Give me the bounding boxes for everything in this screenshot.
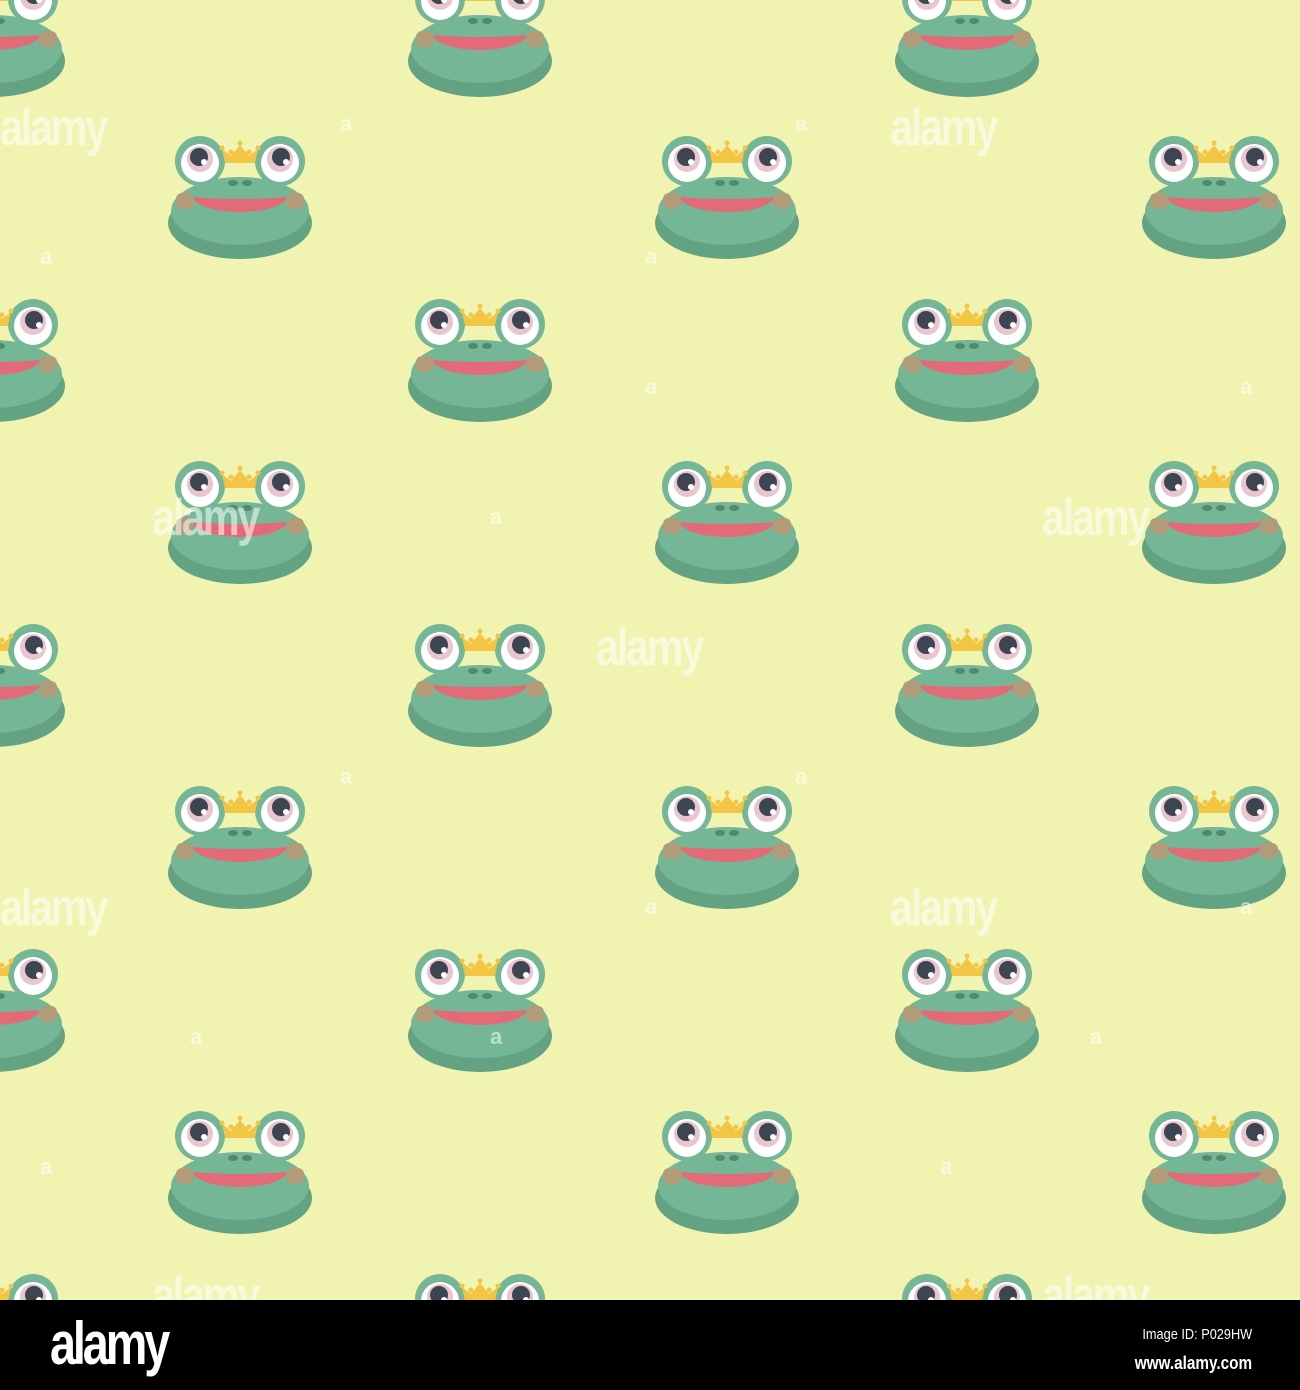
watermark-letter: a — [940, 1154, 953, 1179]
frog-face — [655, 786, 799, 909]
watermark-letter: a — [1240, 374, 1253, 399]
watermark-letter: a — [795, 111, 808, 136]
frog-face — [168, 1111, 312, 1234]
watermark: alamy — [890, 879, 998, 937]
frog-face — [168, 786, 312, 909]
watermark: alamy — [152, 489, 260, 547]
watermark-letter: a — [645, 374, 658, 399]
frog-face — [1142, 1111, 1286, 1234]
watermark: alamy — [152, 1267, 260, 1300]
watermark-letter: a — [795, 764, 808, 789]
watermark-letter: a — [340, 764, 353, 789]
watermark: alamy — [890, 99, 998, 157]
frog-face — [408, 949, 552, 1072]
frog-face — [408, 299, 552, 422]
watermark-letter: a — [40, 1154, 53, 1179]
watermark: alamy — [0, 99, 108, 157]
watermark-letter: a — [340, 111, 353, 136]
frog-face — [0, 624, 65, 747]
website-url: www.alamy.com — [1134, 1353, 1252, 1373]
watermark-letter: a — [190, 1024, 203, 1049]
frog-face — [408, 624, 552, 747]
watermark-letter: a — [1090, 1024, 1103, 1049]
frog-face — [1142, 786, 1286, 909]
frog-face — [0, 949, 65, 1072]
watermark-letter: a — [490, 504, 503, 529]
watermark-letter: a — [1240, 894, 1253, 919]
frog-face — [0, 1274, 58, 1300]
frog-face — [0, 0, 65, 97]
frog-face — [1142, 461, 1286, 584]
frog-face — [902, 1274, 1032, 1300]
watermark: alamy — [0, 879, 108, 937]
frog-face — [655, 136, 799, 259]
watermark: alamy — [1042, 489, 1150, 547]
frog-pattern-background: alamy alamy alamy alamy alamy alamy alam… — [0, 0, 1300, 1300]
frog-face — [415, 1274, 545, 1300]
frog-face — [895, 624, 1039, 747]
watermark: alamy — [596, 619, 704, 677]
frog-face — [0, 299, 65, 422]
watermark: alamy — [1042, 1267, 1150, 1300]
alamy-logo: alamy — [50, 1310, 170, 1377]
frog-face — [168, 136, 312, 259]
frog-face — [895, 0, 1039, 97]
image-id: Image ID: P029HW — [1142, 1326, 1252, 1343]
watermark-letter: a — [490, 1024, 503, 1049]
frog-face — [895, 299, 1039, 422]
frog-face — [655, 1111, 799, 1234]
watermark-letter: a — [40, 244, 53, 269]
frog-face — [408, 0, 552, 97]
frog-face — [1142, 136, 1286, 259]
watermark-letter: a — [645, 894, 658, 919]
frog-face — [655, 461, 799, 584]
frog-face — [895, 949, 1039, 1072]
footer-bar: alamy Image ID: P029HW www.alamy.com — [0, 1300, 1300, 1390]
watermark-letter: a — [645, 244, 658, 269]
